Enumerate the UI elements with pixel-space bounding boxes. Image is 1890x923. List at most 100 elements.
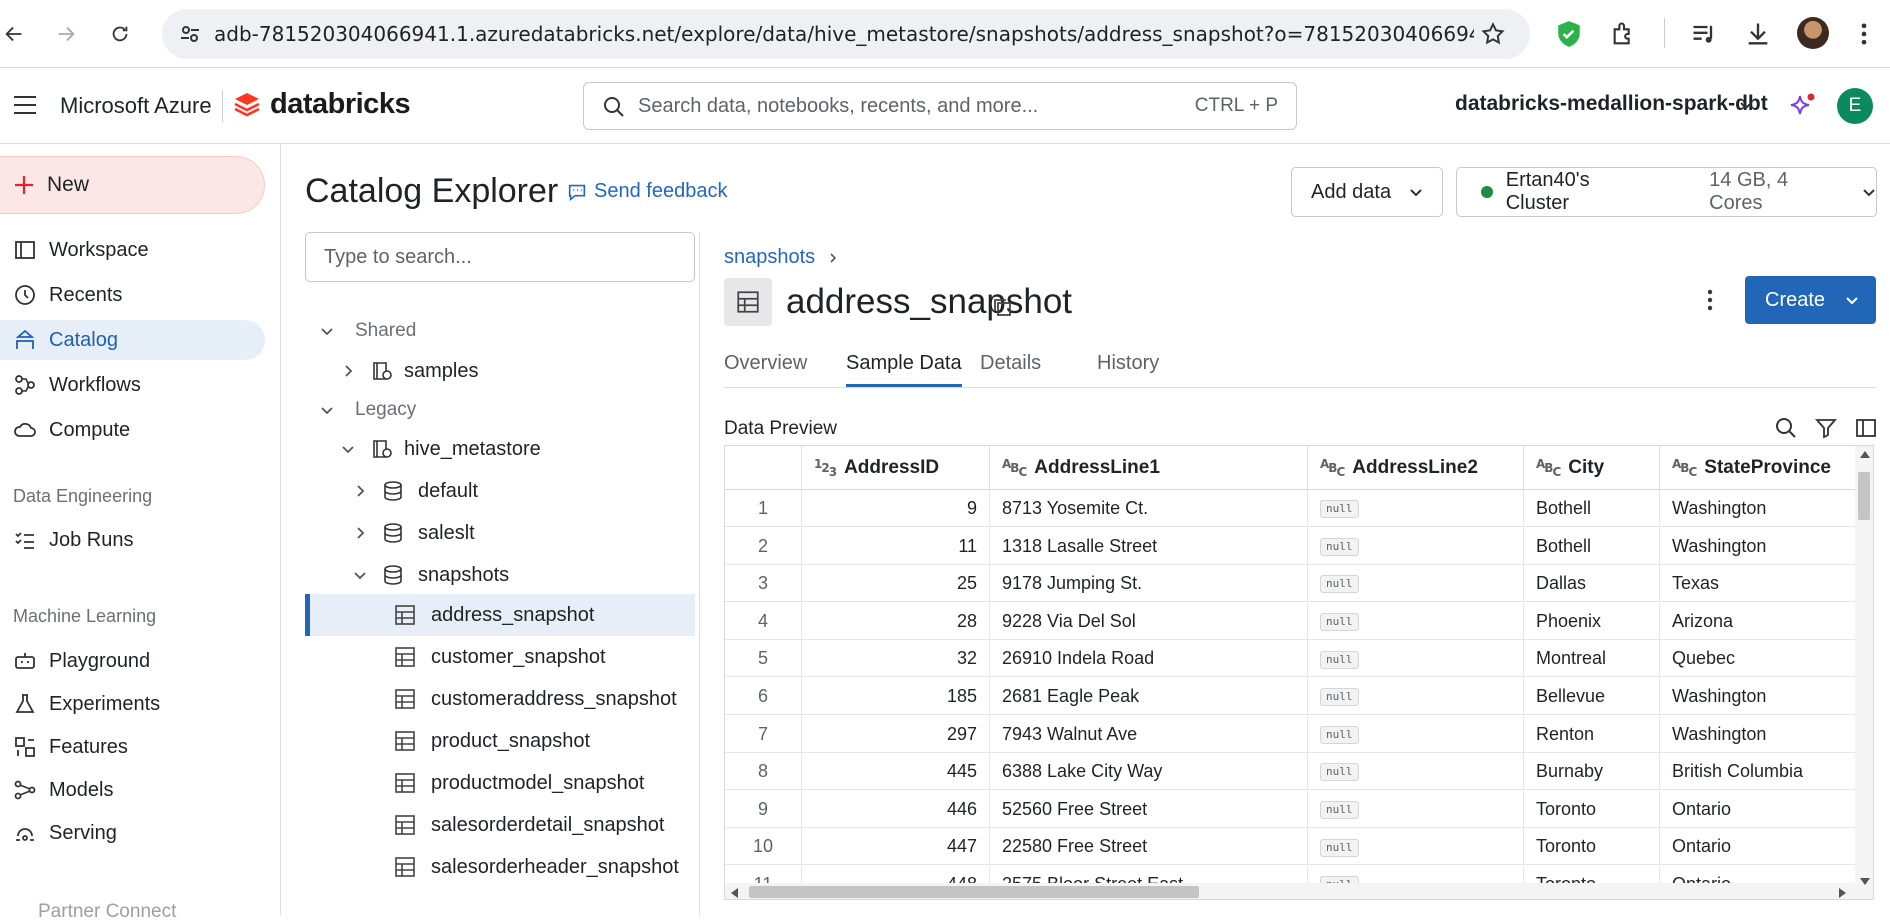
tree-group-shared[interactable]: Shared: [317, 310, 416, 352]
table-cell[interactable]: 26910 Indela Road: [990, 640, 1308, 678]
sidebar-item-workflows[interactable]: Workflows: [0, 365, 265, 405]
tree-group-legacy[interactable]: Legacy: [317, 389, 416, 431]
table-cell[interactable]: null: [1308, 565, 1524, 603]
databricks-logo-icon[interactable]: [233, 91, 261, 119]
breadcrumb[interactable]: snapshots: [724, 246, 839, 269]
table-row[interactable]: 10 447 22580 Free Street null Toronto Ontario: [725, 828, 1860, 866]
sidebar-item-workspace[interactable]: Workspace: [0, 230, 265, 270]
table-cell[interactable]: Montreal: [1524, 640, 1660, 678]
table-cell[interactable]: 1318 Lasalle Street: [990, 527, 1308, 565]
tree-item-default[interactable]: default: [350, 470, 478, 512]
bookmark-star-icon[interactable]: [1480, 21, 1506, 47]
cell-address-id[interactable]: 297: [802, 715, 990, 753]
column-header[interactable]: 123 AddressID: [802, 446, 990, 490]
table-cell[interactable]: Ontario: [1660, 790, 1860, 828]
tree-item-hive-metastore[interactable]: hive_metastore: [338, 428, 541, 470]
cell-address-id[interactable]: 446: [802, 790, 990, 828]
table-cell[interactable]: null: [1308, 790, 1524, 828]
sidebar-item-experiments[interactable]: Experiments: [0, 684, 265, 724]
table-cell[interactable]: 52560 Free Street: [990, 790, 1308, 828]
sidebar-item-catalog[interactable]: Catalog: [0, 320, 265, 360]
workspace-switcher[interactable]: databricks-medallion-spark-dbt: [1455, 92, 1768, 116]
sidebar-item-compute[interactable]: Compute: [0, 410, 265, 450]
table-cell[interactable]: Quebec: [1660, 640, 1860, 678]
cell-address-id[interactable]: 185: [802, 678, 990, 715]
media-queue-icon[interactable]: [1690, 20, 1718, 48]
global-search-input[interactable]: Search data, notebooks, recents, and mor…: [583, 82, 1297, 130]
tab-overview[interactable]: Overview: [724, 352, 807, 388]
horizontal-scrollbar[interactable]: [725, 883, 1855, 899]
table-cell[interactable]: null: [1308, 678, 1524, 715]
extension-shield-icon[interactable]: [1556, 20, 1582, 48]
brand-databricks[interactable]: databricks: [270, 88, 411, 121]
column-header[interactable]: ABC City: [1524, 446, 1660, 490]
cell-address-id[interactable]: 9: [802, 490, 990, 527]
table-cell[interactable]: null: [1308, 527, 1524, 565]
download-icon[interactable]: [1744, 20, 1772, 48]
row-index-cell[interactable]: 2: [725, 527, 802, 565]
table-row[interactable]: 7 297 7943 Walnut Ave null Renton Washington: [725, 715, 1860, 753]
cell-address-id[interactable]: 11: [802, 527, 990, 565]
kebab-menu-icon[interactable]: [1706, 288, 1714, 312]
tree-item-saleslt[interactable]: saleslt: [350, 512, 475, 554]
sidebar-item-job-runs[interactable]: Job Runs: [0, 520, 265, 560]
table-cell[interactable]: Texas: [1660, 565, 1860, 603]
row-index-cell[interactable]: 5: [725, 640, 802, 678]
scroll-left-icon[interactable]: [730, 888, 738, 898]
table-cell[interactable]: 7943 Walnut Ave: [990, 715, 1308, 753]
tab-sample-data[interactable]: Sample Data: [846, 352, 962, 388]
browser-menu-icon[interactable]: [1860, 20, 1868, 48]
cell-address-id[interactable]: 447: [802, 828, 990, 866]
sidebar-item-models[interactable]: Models: [0, 770, 265, 810]
hamburger-menu-icon[interactable]: [12, 94, 38, 116]
tree-item-snapshots[interactable]: snapshots: [350, 554, 509, 596]
table-row[interactable]: 8 445 6388 Lake City Way null Burnaby British…: [725, 753, 1860, 791]
table-cell[interactable]: Dallas: [1524, 565, 1660, 603]
tab-history[interactable]: History: [1097, 352, 1159, 388]
table-cell[interactable]: Toronto: [1524, 790, 1660, 828]
table-cell[interactable]: Bothell: [1524, 527, 1660, 565]
row-index-cell[interactable]: 9: [725, 790, 802, 828]
filter-icon[interactable]: [1814, 416, 1838, 440]
create-button[interactable]: Create: [1745, 276, 1876, 324]
table-cell[interactable]: Ontario: [1660, 828, 1860, 866]
tab-details[interactable]: Details: [980, 352, 1041, 388]
sidebar-item-recents[interactable]: Recents: [0, 275, 265, 315]
new-button[interactable]: New: [0, 156, 265, 214]
sidebar-item-partner-connect[interactable]: Partner Connect: [12, 901, 176, 923]
table-cell[interactable]: Renton: [1524, 715, 1660, 753]
vertical-scroll-thumb[interactable]: [1858, 472, 1870, 520]
search-icon[interactable]: [1774, 416, 1798, 440]
tree-item-table[interactable]: productmodel_snapshot: [393, 762, 644, 804]
tree-item-table[interactable]: customeraddress_snapshot: [393, 678, 677, 720]
extensions-icon[interactable]: [1610, 20, 1638, 48]
table-cell[interactable]: Washington: [1660, 678, 1860, 715]
table-cell[interactable]: 9228 Via Del Sol: [990, 602, 1308, 640]
row-index-cell[interactable]: 4: [725, 602, 802, 640]
sidebar-item-playground[interactable]: Playground: [0, 641, 265, 681]
table-row[interactable]: 5 32 26910 Indela Road null Montreal Quebec: [725, 640, 1860, 678]
back-icon[interactable]: [0, 18, 30, 50]
row-index-cell[interactable]: 7: [725, 715, 802, 753]
table-cell[interactable]: null: [1308, 715, 1524, 753]
row-index-cell[interactable]: 10: [725, 828, 802, 866]
tree-search-input[interactable]: Type to search...: [305, 232, 695, 282]
tree-item-table[interactable]: address_snapshot: [393, 594, 594, 636]
copy-icon[interactable]: [990, 295, 1014, 319]
cell-address-id[interactable]: 28: [802, 602, 990, 640]
scroll-down-icon[interactable]: [1860, 878, 1870, 886]
add-data-button[interactable]: Add data: [1291, 167, 1443, 217]
send-feedback-link[interactable]: Send feedback: [566, 180, 727, 203]
column-header[interactable]: ABC AddressLine2: [1308, 446, 1524, 490]
table-row[interactable]: 1 9 8713 Yosemite Ct. null Bothell Washington: [725, 490, 1860, 527]
address-bar[interactable]: adb-781520304066941.1.azuredatabricks.ne…: [162, 9, 1530, 59]
table-cell[interactable]: null: [1308, 602, 1524, 640]
table-row[interactable]: 2 11 1318 Lasalle Street null Bothell Washing…: [725, 527, 1860, 565]
table-cell[interactable]: Toronto: [1524, 828, 1660, 866]
horizontal-scroll-thumb[interactable]: [749, 886, 1199, 898]
table-row[interactable]: 4 28 9228 Via Del Sol null Phoenix Arizona: [725, 602, 1860, 640]
reload-icon[interactable]: [104, 18, 136, 50]
table-row[interactable]: 6 185 2681 Eagle Peak null Bellevue Washingto…: [725, 678, 1860, 715]
table-cell[interactable]: 22580 Free Street: [990, 828, 1308, 866]
table-cell[interactable]: Washington: [1660, 527, 1860, 565]
